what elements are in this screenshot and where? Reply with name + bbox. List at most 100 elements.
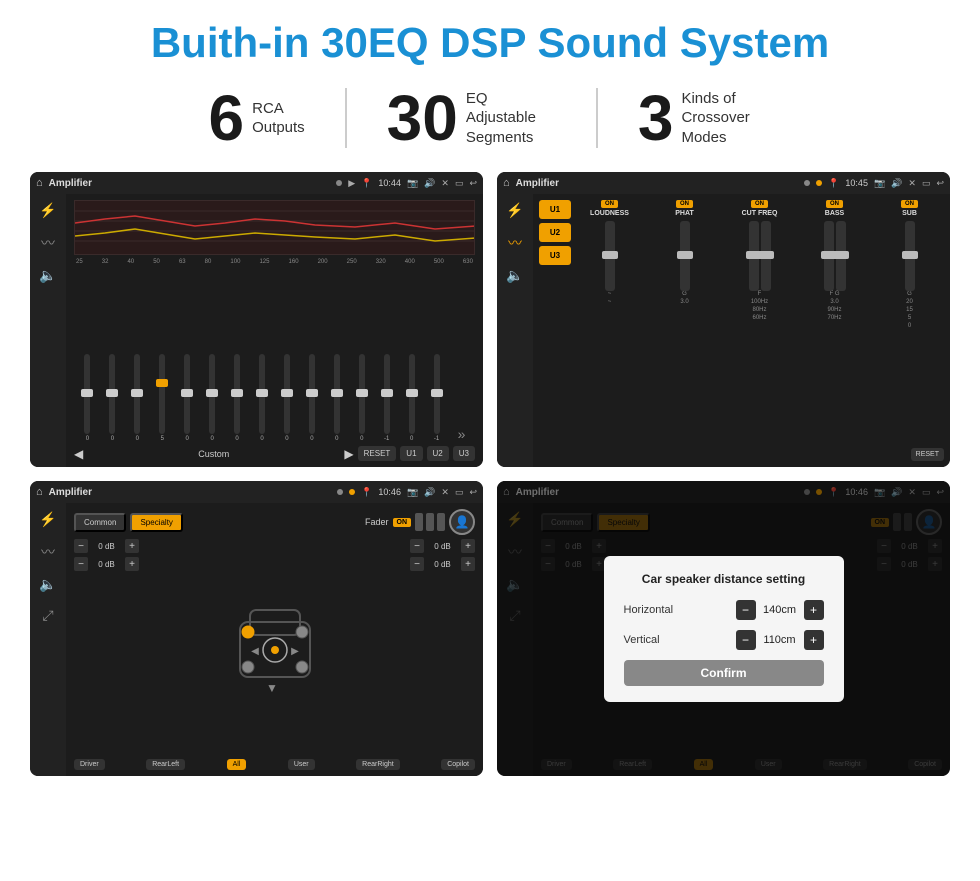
phat-name: PHAT: [675, 210, 694, 217]
mixer-u1-button[interactable]: U1: [539, 200, 571, 219]
fader-rearright-button[interactable]: RearRight: [356, 759, 400, 770]
fader-all-button[interactable]: All: [227, 759, 247, 770]
mixer-title: Amplifier: [516, 178, 799, 189]
fader-rl-minus[interactable]: −: [74, 557, 88, 571]
mixer-eq-icon[interactable]: ⚡: [506, 202, 523, 219]
phat-on-btn[interactable]: ON: [676, 200, 693, 208]
fader-fl-plus[interactable]: +: [125, 539, 139, 553]
camera-icon: 📷: [407, 178, 418, 189]
freq-25: 25: [76, 259, 83, 265]
fader-rearleft-button[interactable]: RearLeft: [146, 759, 185, 770]
dialog-vertical-plus[interactable]: +: [804, 630, 824, 650]
mixer-body: U1 U2 U3 ON LOUDNESS: [539, 200, 944, 444]
mixer-speaker-icon[interactable]: 🔈: [506, 267, 523, 284]
eq-sliders: 0 0 0 5 0 0 0 0 0 0 0 0 -1 0 -1: [74, 269, 475, 442]
fader-speaker-icon[interactable]: 🔈: [39, 576, 56, 593]
mixer-home-icon[interactable]: ⌂: [503, 177, 510, 189]
cutfreq-on-btn[interactable]: ON: [751, 200, 768, 208]
fader-fr-value: 0 dB: [427, 542, 458, 551]
fader-left-col: − 0 dB + − 0 dB +: [74, 539, 139, 755]
mixer-back-icon[interactable]: ↩: [936, 178, 944, 189]
fader-eq-icon[interactable]: ⚡: [39, 511, 56, 528]
bass-vals: F G 3.0 90Hz 70Hz: [827, 291, 841, 321]
dialog-horizontal-minus[interactable]: −: [736, 600, 756, 620]
mixer-camera-icon: 📷: [874, 178, 885, 189]
mixer-wave-icon[interactable]: 〰: [508, 233, 522, 253]
eq-sidebar-speaker-icon[interactable]: 🔈: [39, 267, 56, 284]
fader-center-car: ▼ ◀ ▶: [147, 539, 402, 755]
eq-u2-button[interactable]: U2: [427, 446, 449, 461]
fader-fr-plus[interactable]: +: [461, 539, 475, 553]
fader-fl-value: 0 dB: [91, 542, 122, 551]
dialog-confirm-button[interactable]: Confirm: [624, 660, 824, 686]
fader-volume-icon: 🔊: [424, 487, 435, 498]
fader-fr-minus[interactable]: −: [410, 539, 424, 553]
close-icon[interactable]: ✕: [441, 178, 449, 189]
bass-on-btn[interactable]: ON: [826, 200, 843, 208]
fader-time: 10:46: [378, 487, 401, 497]
freq-80: 80: [205, 259, 212, 265]
fader-bottom-row: Driver RearLeft All User RearRight Copil…: [74, 759, 475, 770]
mixer-pin-icon: 📍: [828, 178, 839, 189]
eq-preset-label: Custom: [87, 449, 340, 459]
fader-home-icon[interactable]: ⌂: [36, 486, 43, 498]
sub-on-btn[interactable]: ON: [901, 200, 918, 208]
dialog-horizontal-value: 140cm: [760, 604, 800, 616]
car-diagram-svg: ▼ ◀ ▶: [220, 592, 330, 702]
stat-rca: 6 RCAOutputs: [169, 86, 345, 150]
eq-next-button[interactable]: ▶: [344, 447, 353, 461]
stat-eq: 30 EQ AdjustableSegments: [347, 86, 596, 150]
mixer-u3-button[interactable]: U3: [539, 246, 571, 265]
fader-rl-plus[interactable]: +: [125, 557, 139, 571]
mixer-channels: ON LOUDNESS ~ ~: [575, 200, 944, 444]
bass-name: BASS: [825, 210, 844, 217]
fader-wave-icon[interactable]: 〰: [41, 542, 55, 562]
back-icon[interactable]: ↩: [469, 178, 477, 189]
fader-fl-minus[interactable]: −: [74, 539, 88, 553]
fader-tab-common[interactable]: Common: [74, 513, 126, 532]
fader-back-icon[interactable]: ↩: [469, 487, 477, 498]
eq-slider-12: -1: [375, 354, 398, 442]
eq-sidebar-eq-icon[interactable]: ⚡: [39, 202, 56, 219]
mixer-close-icon[interactable]: ✕: [908, 178, 916, 189]
eq-reset-button[interactable]: RESET: [358, 446, 397, 461]
dialog-vertical-minus[interactable]: −: [736, 630, 756, 650]
eq-left-sidebar: ⚡ 〰 🔈: [30, 194, 66, 467]
fader-rr-plus[interactable]: +: [461, 557, 475, 571]
eq-slider-14: -1: [425, 354, 448, 442]
fader-tab-specialty[interactable]: Specialty: [130, 513, 182, 532]
eq-u1-button[interactable]: U1: [400, 446, 422, 461]
fader-on-badge[interactable]: ON: [393, 518, 412, 527]
fader-rr-minus[interactable]: −: [410, 557, 424, 571]
distance-screen: ⌂ Amplifier 📍 10:46 📷 🔊 ✕ ▭ ↩ ⚡ 〰 🔈 ⤢: [497, 481, 950, 776]
fader-top-tabs: Common Specialty Fader ON 👤: [74, 509, 475, 535]
eq-sidebar-wave-icon[interactable]: 〰: [41, 233, 55, 253]
freq-32: 32: [102, 259, 109, 265]
fader-copilot-button[interactable]: Copilot: [441, 759, 475, 770]
stat-label-eq: EQ AdjustableSegments: [466, 89, 556, 148]
dialog-vertical-input: − 110cm +: [736, 630, 824, 650]
mixer-topbar: ⌂ Amplifier 📍 10:45 📷 🔊 ✕ ▭ ↩: [497, 172, 950, 194]
dialog-horizontal-plus[interactable]: +: [804, 600, 824, 620]
cutfreq-vals: F 100Hz 80Hz 60Hz: [751, 291, 768, 321]
eq-graph: [74, 200, 475, 255]
mixer-channel-bass: ON BASS F G 3.0 90Hz 70: [800, 200, 869, 444]
volume-icon: 🔊: [424, 178, 435, 189]
mixer-u2-button[interactable]: U2: [539, 223, 571, 242]
fader-driver-button[interactable]: Driver: [74, 759, 105, 770]
loudness-name: LOUDNESS: [590, 210, 629, 217]
eq-prev-button[interactable]: ◀: [74, 447, 83, 461]
eq-bottom-controls: ◀ Custom ▶ RESET U1 U2 U3: [74, 446, 475, 461]
fader-rl-row: − 0 dB +: [74, 557, 139, 571]
mixer-reset-button[interactable]: RESET: [911, 448, 944, 461]
mixer-channel-sub: ON SUB G 20 15 5 0: [875, 200, 944, 444]
fader-arrows-icon[interactable]: ⤢: [42, 607, 53, 624]
home-icon[interactable]: ⌂: [36, 177, 43, 189]
fader-close-icon[interactable]: ✕: [441, 487, 449, 498]
eq-slider-10: 0: [325, 354, 348, 442]
sub-name: SUB: [902, 210, 917, 217]
fader-body: − 0 dB + − 0 dB +: [74, 539, 475, 755]
fader-user-button[interactable]: User: [288, 759, 315, 770]
loudness-on-btn[interactable]: ON: [601, 200, 618, 208]
eq-u3-button[interactable]: U3: [453, 446, 475, 461]
